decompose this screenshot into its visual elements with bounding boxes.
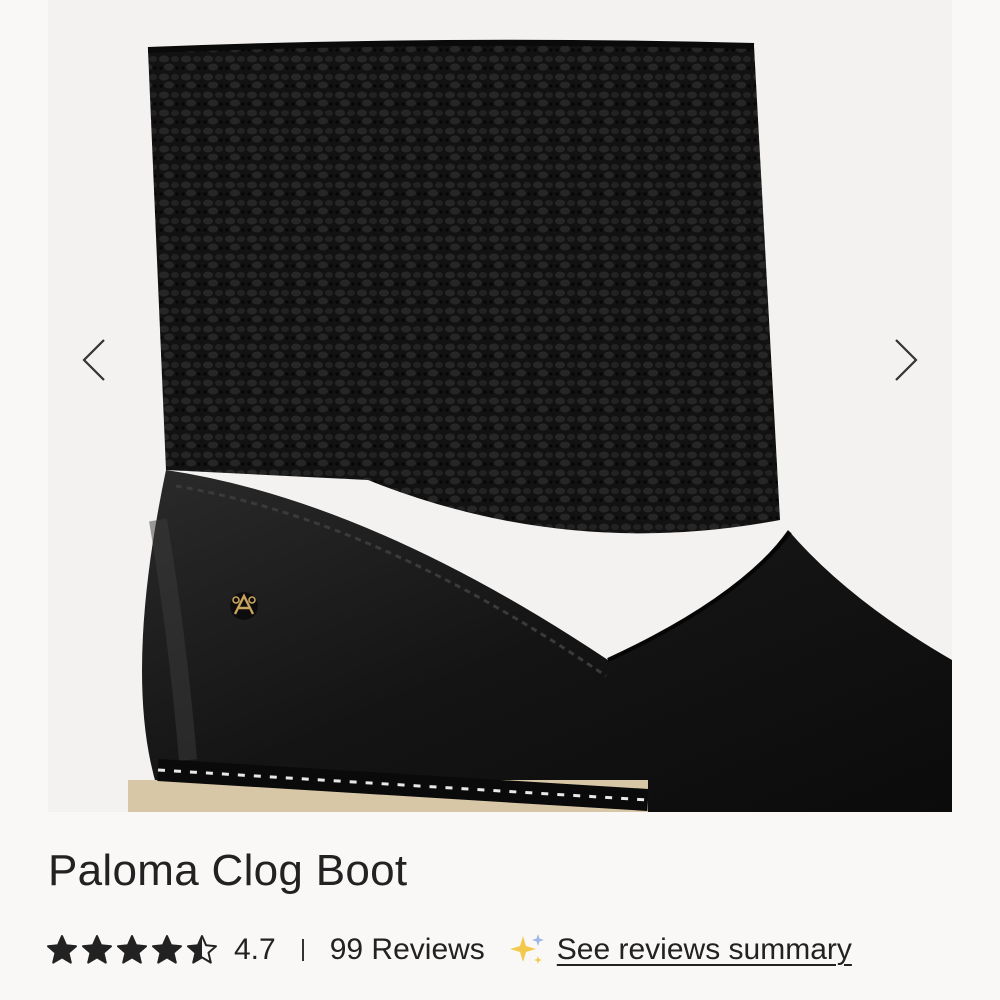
previous-image-button[interactable] — [74, 330, 114, 390]
star-rating[interactable] — [46, 934, 218, 966]
sparkle-icon — [509, 934, 544, 964]
rating-value: 4.7 — [234, 933, 276, 966]
next-image-button[interactable] — [886, 330, 926, 390]
star-full-icon — [82, 935, 112, 964]
chevron-left-icon — [82, 339, 105, 381]
product-image-gallery — [0, 0, 1000, 812]
rating-row: 4.7 99 Reviews See reviews summary — [46, 922, 852, 978]
review-count-link[interactable]: 99 Reviews — [330, 933, 485, 967]
boot-illustration — [128, 39, 952, 812]
star-full-icon — [47, 935, 77, 964]
product-title: Paloma Clog Boot — [48, 846, 408, 895]
divider — [301, 939, 304, 961]
star-full-icon — [152, 935, 182, 964]
product-image[interactable] — [48, 0, 952, 812]
chevron-right-icon — [895, 339, 918, 381]
see-reviews-summary-link[interactable]: See reviews summary — [557, 933, 852, 967]
star-full-icon — [117, 935, 147, 964]
star-half-icon — [187, 935, 217, 964]
brand-charm-icon — [230, 592, 258, 620]
